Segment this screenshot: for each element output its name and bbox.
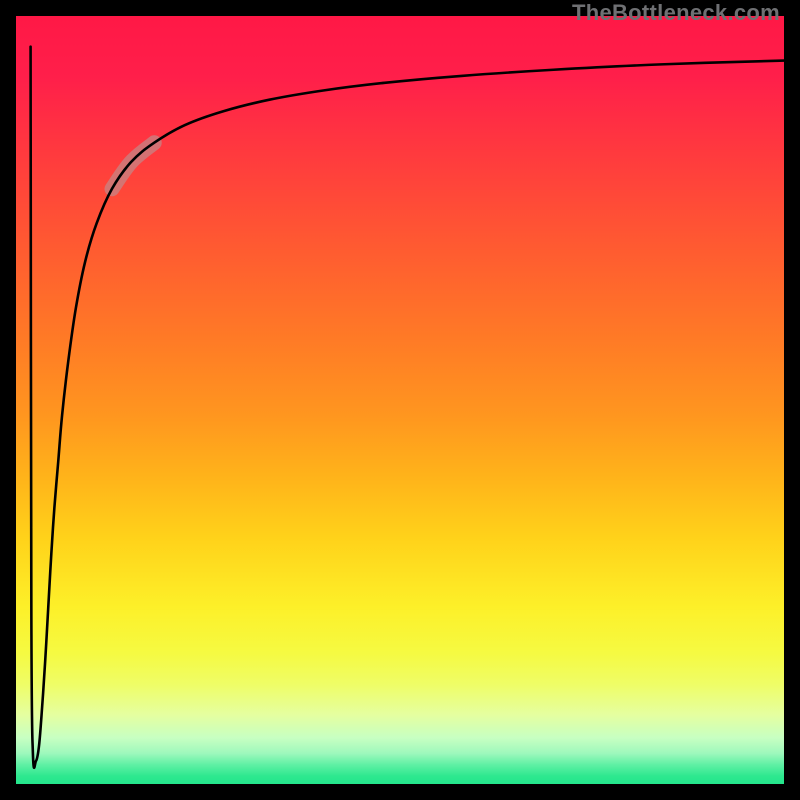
highlight-band [112, 143, 154, 189]
curve-layer [0, 0, 800, 800]
